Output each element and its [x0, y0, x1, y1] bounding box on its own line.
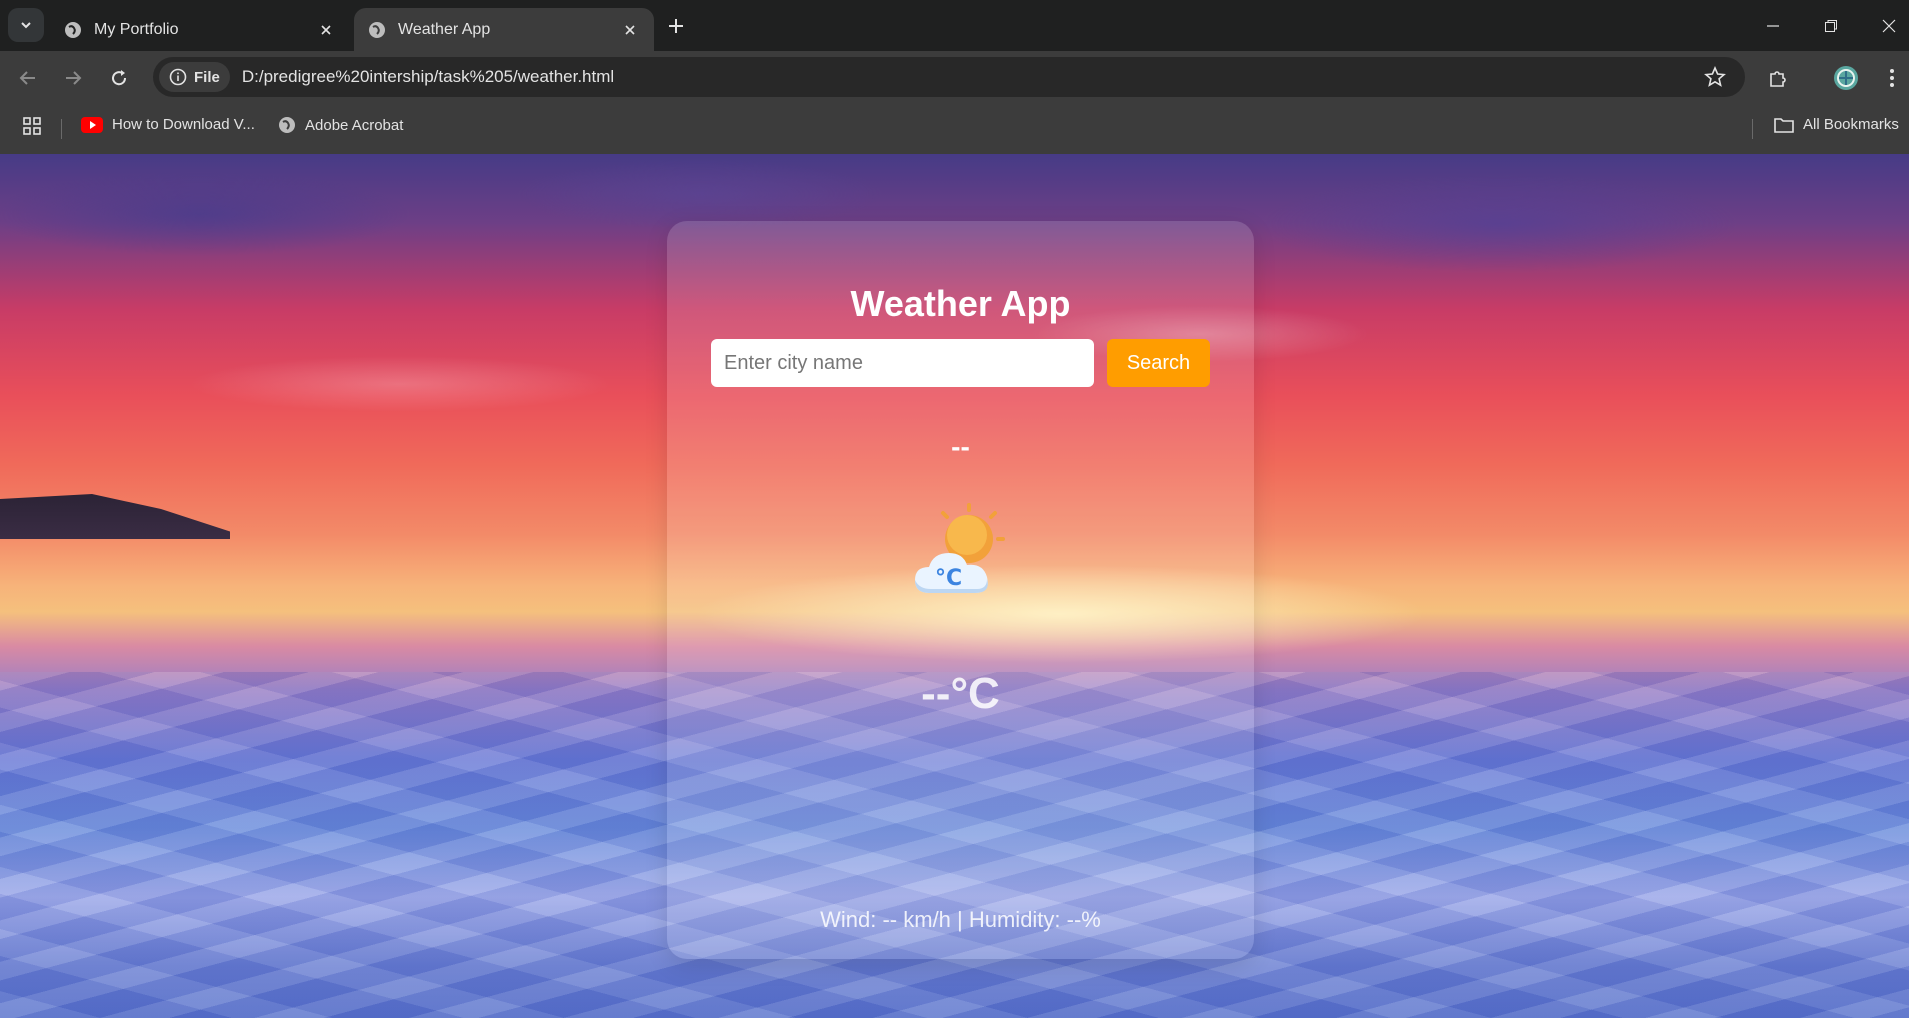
info-icon: [169, 68, 187, 86]
forward-button[interactable]: [60, 65, 86, 91]
close-tab-icon[interactable]: [620, 20, 640, 40]
weather-card: Weather App Search -- °C --°C Wind: -- k…: [667, 221, 1254, 959]
bookmarks-divider: [61, 119, 62, 139]
apps-grid-icon: [23, 117, 41, 135]
avatar: [1834, 66, 1858, 90]
tab-title: Weather App: [398, 20, 491, 38]
page-viewport: Weather App Search -- °C --°C Wind: -- k…: [0, 154, 1909, 1018]
browser-menu-button[interactable]: [1878, 64, 1906, 92]
all-bookmarks-label: All Bookmarks: [1803, 116, 1899, 133]
back-button[interactable]: [15, 65, 41, 91]
tab-strip: My Portfolio Weather App: [0, 0, 1909, 51]
tab-search-button[interactable]: [8, 8, 44, 42]
reload-icon: [112, 70, 127, 86]
more-vertical-icon: [1890, 69, 1894, 87]
profile-button[interactable]: [1832, 64, 1860, 92]
bookmark-adobe-acrobat[interactable]: Adobe Acrobat: [278, 116, 403, 134]
address-bar[interactable]: File D:/predigree%20intership/task%205/w…: [153, 57, 1745, 97]
city-search-input[interactable]: [711, 339, 1094, 387]
restore-icon: [1825, 20, 1837, 32]
svg-text:°C: °C: [935, 566, 962, 591]
bookmark-label: Adobe Acrobat: [305, 116, 404, 134]
site-info-chip[interactable]: File: [159, 62, 230, 92]
new-tab-button[interactable]: [664, 14, 688, 38]
site-info-label: File: [194, 68, 220, 86]
star-icon: [1704, 66, 1726, 87]
bookmark-label: How to Download V...: [112, 116, 255, 133]
bookmarks-divider: [1752, 119, 1753, 139]
city-name: --: [951, 431, 970, 462]
youtube-icon: [81, 116, 103, 133]
plus-icon: [669, 19, 683, 33]
puzzle-icon: [1770, 71, 1786, 87]
tab-title: My Portfolio: [94, 20, 179, 38]
browser-toolbar: File D:/predigree%20intership/task%205/w…: [0, 51, 1909, 139]
globe-icon: [369, 21, 385, 38]
folder-icon: [1774, 117, 1794, 133]
search-button[interactable]: Search: [1107, 339, 1210, 387]
all-bookmarks-button[interactable]: All Bookmarks: [1774, 116, 1899, 133]
apps-button[interactable]: [22, 116, 42, 136]
weather-details: Wind: -- km/h | Humidity: --%: [820, 907, 1101, 932]
close-icon: [1882, 19, 1896, 33]
globe-icon: [279, 117, 295, 133]
url-text[interactable]: D:/predigree%20intership/task%205/weathe…: [242, 67, 614, 87]
bookmark-star-button[interactable]: [1703, 65, 1727, 89]
tab-my-portfolio[interactable]: My Portfolio: [50, 8, 350, 51]
reload-button[interactable]: [106, 65, 132, 91]
minimize-button[interactable]: [1761, 14, 1785, 38]
close-window-button[interactable]: [1877, 14, 1901, 38]
arrow-right-icon: [66, 71, 82, 85]
close-tab-icon[interactable]: [316, 20, 336, 40]
restore-button[interactable]: [1819, 14, 1843, 38]
chevron-down-icon: [21, 22, 31, 29]
globe-icon: [65, 21, 81, 38]
tab-weather-app[interactable]: Weather App: [354, 8, 654, 51]
app-title: Weather App: [850, 283, 1071, 324]
temperature-value: --°C: [921, 669, 1000, 718]
sun-behind-cloud-celsius-icon: °C: [915, 503, 1005, 593]
extensions-button[interactable]: [1764, 64, 1792, 92]
arrow-left-icon: [19, 71, 35, 85]
minimize-icon: [1767, 25, 1779, 27]
bookmark-how-to-download[interactable]: How to Download V...: [81, 116, 255, 133]
bookmarks-bar: How to Download V... Adobe Acrobat All B…: [0, 104, 1909, 154]
